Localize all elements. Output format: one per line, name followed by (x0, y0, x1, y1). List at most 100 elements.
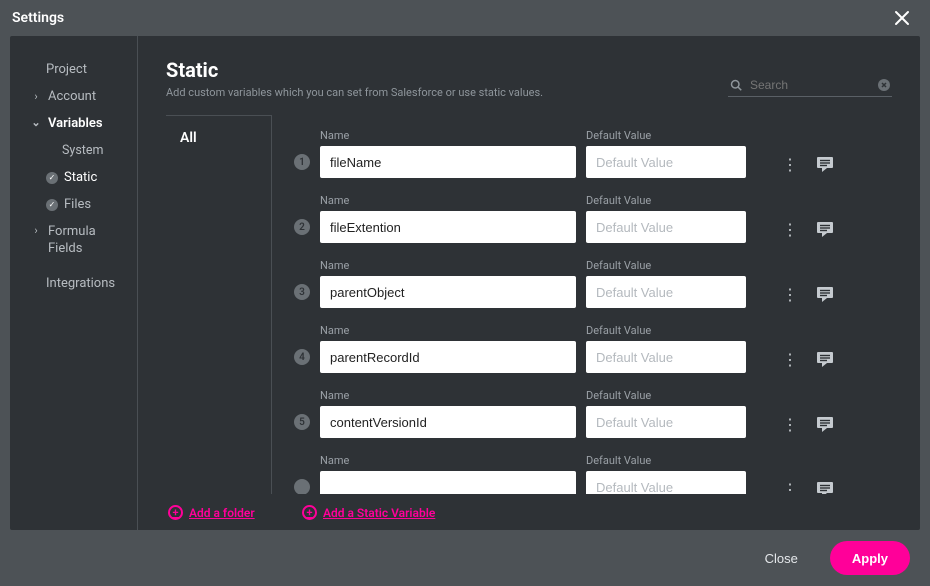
plus-icon: + (302, 505, 317, 520)
page-subtitle: Add custom variables which you can set f… (166, 86, 543, 99)
search-icon (730, 79, 742, 91)
variable-row: 4 Name Default Value ⋮ (294, 324, 882, 373)
sidebar-item-project[interactable]: Project (10, 56, 137, 83)
more-icon[interactable]: ⋮ (782, 220, 797, 239)
name-field: Name (320, 454, 576, 494)
chevron-down-icon: ⌄ (30, 116, 42, 129)
sidebar-item-integrations[interactable]: Integrations (10, 270, 137, 297)
default-field: Default Value (586, 194, 746, 243)
default-label: Default Value (586, 389, 746, 402)
more-icon[interactable]: ⋮ (782, 415, 797, 434)
row-actions: ⋮ (782, 479, 835, 494)
default-input[interactable] (586, 211, 746, 243)
content-row: All 1 Name Default Value ⋮ 2 Name Default Valu… (166, 115, 892, 494)
radio-on-icon (46, 172, 58, 184)
comment-icon[interactable] (815, 154, 835, 174)
more-icon[interactable]: ⋮ (782, 350, 797, 369)
sidebar-label-formula-fields: Formula Fields (48, 224, 118, 258)
header-text: Static Add custom variables which you ca… (166, 58, 543, 99)
variables-list: 1NameDefault Value⋮2NameDefault Value⋮3N… (272, 115, 892, 494)
main-panel: Static Add custom variables which you ca… (138, 36, 920, 530)
default-label: Default Value (586, 454, 746, 467)
window-title: Settings (12, 10, 64, 26)
sidebar-label-files: Files (64, 197, 91, 212)
sidebar-label-static: Static (64, 170, 97, 185)
default-input[interactable] (586, 276, 746, 308)
dialog-body: Project › Account ⌄ Variables System Sta… (10, 36, 920, 530)
name-field: Name (320, 259, 576, 308)
more-icon[interactable]: ⋮ (782, 155, 797, 174)
sidebar-label-integrations: Integrations (46, 276, 115, 291)
row-number (294, 479, 310, 494)
add-variable-button[interactable]: + Add a Static Variable (302, 505, 435, 520)
default-input[interactable] (586, 471, 746, 494)
comment-icon[interactable] (815, 479, 835, 494)
add-variable-label: Add a Static Variable (323, 506, 435, 520)
sidebar-label-variables: Variables (48, 116, 103, 131)
default-label: Default Value (586, 259, 746, 272)
default-field: Default Value (586, 454, 746, 494)
plus-icon: + (168, 505, 183, 520)
default-field: Default Value (586, 129, 746, 178)
variable-row: 3NameDefault Value⋮ (294, 259, 882, 308)
clear-icon[interactable] (878, 79, 890, 91)
row-actions: ⋮ (782, 219, 835, 239)
name-input[interactable] (320, 211, 576, 243)
name-input[interactable] (320, 406, 576, 438)
title-bar: Settings (0, 0, 930, 36)
default-input[interactable] (586, 406, 746, 438)
default-label: Default Value (586, 324, 746, 337)
row-number: 2 (294, 219, 310, 235)
default-field: Default Value (586, 259, 746, 308)
default-input[interactable] (586, 341, 746, 373)
add-bar: + Add a folder + Add a Static Variable (166, 494, 892, 530)
name-input[interactable] (320, 276, 576, 308)
folder-column: All (166, 115, 272, 494)
sidebar-label-project: Project (46, 62, 87, 77)
name-field: Name (320, 194, 576, 243)
name-label: Name (320, 324, 576, 337)
row-actions: ⋮ (782, 349, 835, 369)
sidebar-item-variables[interactable]: ⌄ Variables (10, 110, 137, 137)
name-field: Name (320, 389, 576, 438)
row-number: 1 (294, 154, 310, 170)
name-input[interactable] (320, 146, 576, 178)
name-label: Name (320, 259, 576, 272)
comment-icon[interactable] (815, 349, 835, 369)
sidebar-item-system[interactable]: System (10, 137, 137, 164)
default-field: Default Value (586, 389, 746, 438)
sidebar-item-static[interactable]: Static (10, 164, 137, 191)
name-field: Name (320, 129, 576, 178)
variable-row: Name Default Value ⋮ (294, 454, 882, 494)
name-input[interactable] (320, 341, 576, 373)
default-input[interactable] (586, 146, 746, 178)
close-button[interactable]: Close (743, 541, 820, 575)
chevron-right-icon: › (30, 90, 42, 103)
comment-icon[interactable] (815, 414, 835, 434)
comment-icon[interactable] (815, 219, 835, 239)
apply-button[interactable]: Apply (830, 541, 910, 575)
more-icon[interactable]: ⋮ (782, 480, 797, 495)
more-icon[interactable]: ⋮ (782, 285, 797, 304)
comment-icon[interactable] (815, 284, 835, 304)
name-input[interactable] (320, 471, 576, 494)
sidebar-item-files[interactable]: Files (10, 191, 137, 218)
row-actions: ⋮ (782, 284, 835, 304)
name-label: Name (320, 454, 576, 467)
sidebar-label-system: System (62, 143, 103, 158)
search-input[interactable] (750, 78, 870, 92)
search-field[interactable] (728, 76, 892, 97)
close-icon[interactable] (894, 10, 918, 26)
add-folder-button[interactable]: + Add a folder (168, 505, 255, 520)
page-title: Static (166, 58, 543, 82)
default-label: Default Value (586, 129, 746, 142)
folder-all[interactable]: All (166, 116, 271, 160)
sidebar-item-formula-fields[interactable]: › Formula Fields (10, 218, 137, 264)
name-label: Name (320, 129, 576, 142)
settings-dialog: Settings Project › Account ⌄ Variables S… (0, 0, 930, 586)
row-number: 4 (294, 349, 310, 365)
sidebar-item-account[interactable]: › Account (10, 83, 137, 110)
name-label: Name (320, 194, 576, 207)
radio-on-icon (46, 199, 58, 211)
footer: Close Apply (0, 530, 930, 586)
